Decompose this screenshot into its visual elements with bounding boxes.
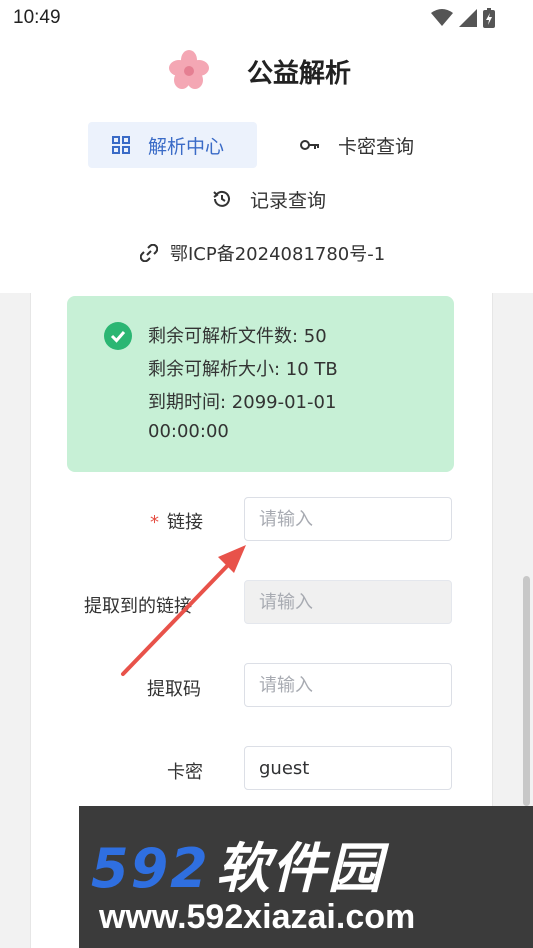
link-label: * 链接	[150, 512, 203, 533]
tab-record-query[interactable]: 记录查询	[212, 176, 326, 222]
quota-alert: 剩余可解析文件数: 50 剩余可解析大小: 10 TB 到期时间: 2099-0…	[67, 296, 454, 472]
icp-label: 鄂ICP备2024081780号-1	[170, 244, 386, 265]
expiry-date-text: 到期时间: 2099-01-01	[148, 392, 337, 413]
page-title: 公益解析	[247, 59, 352, 89]
tab-card-query-label: 卡密查询	[338, 135, 415, 158]
tab-parse-center[interactable]: 解析中心	[88, 122, 257, 168]
watermark-chinese: 软件园	[215, 837, 384, 900]
icp-link[interactable]: 鄂ICP备2024081780号-1	[140, 240, 385, 266]
extract-code-label: 提取码	[147, 679, 201, 700]
expiry-time-text: 00:00:00	[148, 421, 229, 442]
link-icon	[140, 244, 158, 262]
status-icons	[431, 8, 495, 28]
signal-icon	[459, 9, 477, 27]
remaining-size-text: 剩余可解析大小: 10 TB	[148, 359, 338, 380]
battery-charging-icon	[483, 8, 495, 28]
status-bar: 10:49	[0, 0, 533, 36]
watermark-numbers: 592	[91, 837, 210, 900]
status-time: 10:49	[13, 7, 61, 28]
tab-card-query[interactable]: 卡密查询	[300, 122, 414, 168]
remaining-files-text: 剩余可解析文件数: 50	[148, 326, 327, 347]
extract-code-input[interactable]	[244, 663, 452, 707]
card-key-input[interactable]	[244, 746, 452, 790]
link-input[interactable]	[244, 497, 452, 541]
scrollbar[interactable]	[523, 576, 530, 806]
extracted-link-input	[244, 580, 452, 624]
watermark-title: 592 软件园	[91, 824, 384, 903]
tab-record-query-label: 记录查询	[250, 189, 327, 212]
tab-parse-center-label: 解析中心	[148, 135, 225, 158]
wifi-icon	[431, 9, 453, 26]
watermark-url: www.592xiazai.com	[99, 898, 416, 936]
history-icon	[213, 190, 230, 207]
extracted-link-label: 提取到的链接	[84, 596, 192, 617]
required-mark: *	[150, 512, 159, 533]
key-icon	[300, 140, 319, 150]
card-key-label: 卡密	[167, 762, 203, 783]
flower-logo-icon	[169, 50, 209, 89]
grid-icon	[112, 136, 130, 154]
watermark-banner: 592 软件园 www.592xiazai.com	[79, 806, 533, 948]
check-circle-icon	[104, 322, 132, 350]
